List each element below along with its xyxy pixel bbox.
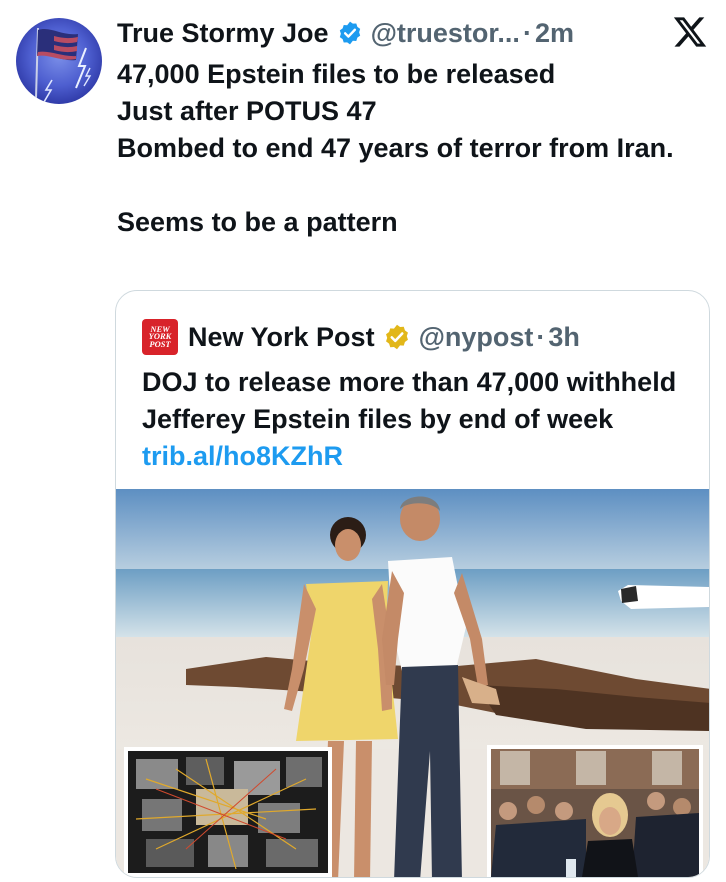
verified-badge-icon (339, 21, 360, 45)
quoted-media[interactable] (116, 489, 709, 877)
separator-dot: · (522, 18, 532, 48)
quoted-handle[interactable]: @nypost (419, 320, 534, 354)
quoted-post-time[interactable]: 3h (548, 320, 580, 354)
quoted-tweet-header: NEW YORK POST New York Post @nypost · 3h (142, 319, 580, 355)
x-logo-icon[interactable] (672, 14, 708, 50)
gold-verified-badge-icon (385, 324, 408, 350)
flag-avatar-icon (35, 27, 92, 103)
author-display-name[interactable]: True Stormy Joe (117, 16, 329, 50)
quoted-separator-dot: · (536, 322, 546, 352)
quoted-tweet[interactable]: NEW YORK POST New York Post @nypost · 3h… (115, 290, 710, 878)
nypost-logo-icon: NEW YORK POST (142, 319, 178, 355)
quoted-text-body: DOJ to release more than 47,000 withheld… (142, 367, 677, 434)
quoted-tweet-text: DOJ to release more than 47,000 withheld… (142, 364, 692, 475)
post-time[interactable]: 2m (535, 16, 574, 50)
tweet-text: 47,000 Epstein files to be released Just… (117, 59, 674, 237)
quoted-display-name[interactable]: New York Post (188, 320, 375, 354)
author-handle[interactable]: @truestor... (371, 16, 520, 50)
evidence-board-photo (128, 751, 328, 873)
article-link[interactable]: trib.al/ho8KZhR (142, 441, 343, 471)
logo-line-3: POST (149, 338, 171, 349)
press-conference-photo (491, 749, 699, 877)
avatar[interactable] (16, 18, 102, 104)
couple-on-beach-photo (116, 489, 709, 877)
tweet-header: True Stormy Joe @truestor... · 2m (117, 16, 574, 50)
